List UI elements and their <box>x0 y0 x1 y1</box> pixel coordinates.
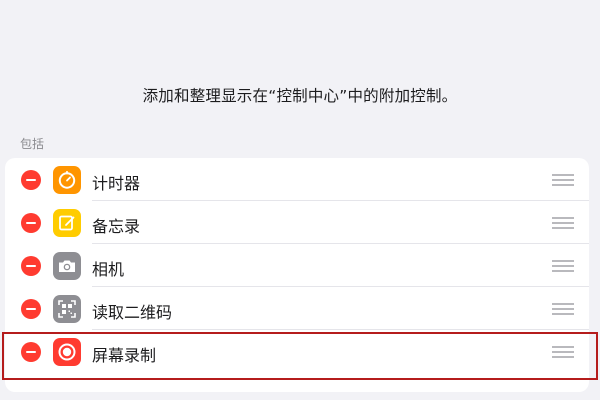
control-label: 备忘录 <box>92 217 141 236</box>
remove-button[interactable] <box>21 213 41 233</box>
timer-icon <box>53 166 81 194</box>
reorder-handle[interactable] <box>552 174 574 186</box>
control-label: 屏幕录制 <box>92 346 157 365</box>
control-row-screen-recording[interactable]: 屏幕录制 <box>5 330 589 373</box>
control-row-qr-code[interactable]: 读取二维码 <box>5 287 589 330</box>
section-header-included: 包括 <box>20 137 45 151</box>
control-row-notes[interactable]: 备忘录 <box>5 201 589 244</box>
reorder-handle[interactable] <box>552 260 574 272</box>
control-row-timer[interactable]: 计时器 <box>5 158 589 201</box>
camera-icon <box>53 252 81 280</box>
remove-button[interactable] <box>21 256 41 276</box>
control-label: 相机 <box>92 260 125 279</box>
reorder-handle[interactable] <box>552 217 574 229</box>
remove-button[interactable] <box>21 299 41 319</box>
remove-button[interactable] <box>21 170 41 190</box>
control-label: 计时器 <box>92 174 141 193</box>
remove-button[interactable] <box>21 342 41 362</box>
included-controls-list: 计时器 备忘录 相机 读取二维码 屏幕录制 <box>5 158 589 392</box>
control-row-camera[interactable]: 相机 <box>5 244 589 287</box>
reorder-handle[interactable] <box>552 303 574 315</box>
reorder-handle[interactable] <box>552 346 574 358</box>
screen-recording-icon <box>53 338 81 366</box>
description-text: 添加和整理显示在“控制中心”中的附加控制。 <box>142 87 458 105</box>
notes-icon <box>53 209 81 237</box>
control-label: 读取二维码 <box>92 303 173 322</box>
qr-code-icon <box>53 295 81 323</box>
